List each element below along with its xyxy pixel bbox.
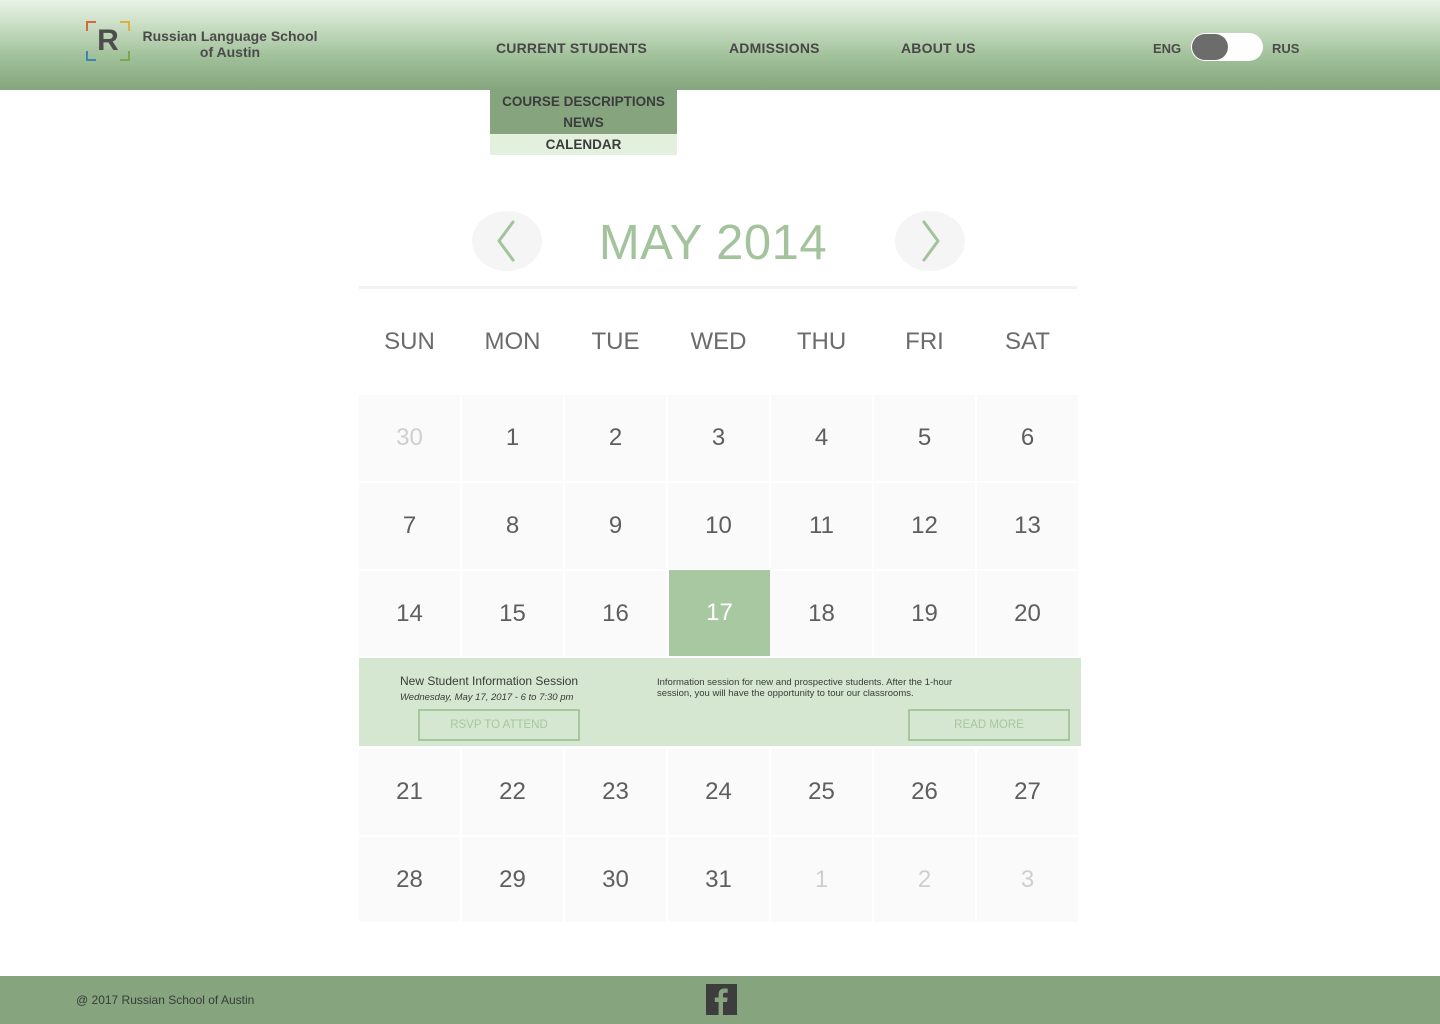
facebook-glyph	[714, 988, 728, 1015]
nav-current-students[interactable]: CURRENT STUDENTS	[496, 40, 647, 56]
calendar-day[interactable]: 27	[977, 749, 1078, 835]
calendar-day[interactable]: 1	[462, 395, 563, 481]
calendar-day[interactable]: 25	[771, 749, 872, 835]
weekday-sat: SAT	[1005, 328, 1050, 355]
next-month-button[interactable]	[895, 211, 965, 271]
calendar-day[interactable]: 29	[462, 837, 563, 922]
language-rus-label[interactable]: RUS	[1272, 41, 1299, 56]
weekday-sun: SUN	[384, 328, 435, 355]
chevron-left-icon	[497, 220, 515, 262]
calendar-day[interactable]: 23	[565, 749, 666, 835]
calendar-day-outside-month[interactable]: 1	[771, 837, 872, 922]
site-footer: @ 2017 Russian School of Austin	[0, 976, 1440, 1024]
toggle-knob	[1192, 34, 1228, 60]
nav-admissions[interactable]: ADMISSIONS	[729, 40, 820, 56]
calendar-day-outside-month[interactable]: 2	[874, 837, 975, 922]
school-logo[interactable]: R	[86, 21, 130, 61]
weekday-thu: THU	[796, 328, 847, 355]
read-more-button[interactable]: READ MORE	[908, 709, 1070, 741]
event-title: New Student Information Session	[400, 674, 579, 688]
calendar-day[interactable]: 6	[977, 395, 1078, 481]
nav-about-us[interactable]: ABOUT US	[901, 40, 976, 56]
month-divider	[359, 286, 1077, 289]
chevron-right-icon	[922, 220, 940, 262]
school-name-line2: of Austin	[199, 44, 261, 60]
calendar-day[interactable]: 4	[771, 395, 872, 481]
previous-month-button[interactable]	[472, 211, 542, 271]
calendar-day[interactable]: 18	[771, 571, 872, 656]
school-name-line1: Russian Language School	[142, 28, 318, 44]
language-toggle[interactable]	[1191, 33, 1263, 61]
calendar-day-outside-month[interactable]: 3	[977, 837, 1078, 922]
weekday-wed: WED	[690, 328, 747, 355]
calendar-day[interactable]: 11	[771, 483, 872, 569]
dropdown-item-news[interactable]: NEWS	[490, 112, 677, 134]
calendar-day[interactable]: 14	[359, 571, 460, 656]
calendar-day[interactable]: 28	[359, 837, 460, 922]
rsvp-button[interactable]: RSVP TO ATTEND	[418, 709, 580, 741]
current-students-dropdown: COURSE DESCRIPTIONS NEWS CALENDAR	[490, 90, 677, 155]
calendar-day[interactable]: 13	[977, 483, 1078, 569]
calendar-day[interactable]: 15	[462, 571, 563, 656]
calendar-day-selected[interactable]: 17	[669, 570, 770, 656]
calendar-day[interactable]: 12	[874, 483, 975, 569]
calendar-day[interactable]: 30	[565, 837, 666, 922]
dropdown-item-course-descriptions[interactable]: COURSE DESCRIPTIONS	[490, 90, 677, 112]
language-eng-label[interactable]: ENG	[1153, 41, 1181, 56]
calendar-day[interactable]: 21	[359, 749, 460, 835]
school-name[interactable]: Russian Language School of Austin	[140, 28, 320, 60]
dropdown-item-calendar[interactable]: CALENDAR	[490, 134, 677, 155]
calendar-day[interactable]: 9	[565, 483, 666, 569]
calendar-day[interactable]: 5	[874, 395, 975, 481]
dropdown-top: COURSE DESCRIPTIONS NEWS	[490, 90, 677, 134]
calendar-day[interactable]: 20	[977, 571, 1078, 656]
calendar-day-outside-month[interactable]: 30	[359, 395, 460, 481]
calendar-day[interactable]: 7	[359, 483, 460, 569]
calendar-day[interactable]: 24	[668, 749, 769, 835]
calendar-day[interactable]: 16	[565, 571, 666, 656]
event-details-panel: New Student Information Session Wednesda…	[359, 658, 1081, 746]
weekday-mon: MON	[484, 328, 541, 355]
weekday-tue: TUE	[591, 328, 640, 355]
month-title: MAY 2014	[598, 216, 828, 270]
event-date: Wednesday, May 17, 2017 - 6 to 7:30 pm	[400, 692, 574, 703]
copyright-text: @ 2017 Russian School of Austin	[76, 993, 255, 1007]
calendar-day[interactable]: 19	[874, 571, 975, 656]
calendar-day[interactable]: 10	[668, 483, 769, 569]
weekday-fri: FRI	[905, 328, 944, 355]
calendar-day[interactable]: 26	[874, 749, 975, 835]
event-description: Information session for new and prospect…	[657, 677, 953, 699]
calendar-day[interactable]: 8	[462, 483, 563, 569]
calendar-day[interactable]: 3	[668, 395, 769, 481]
site-header: R Russian Language School of Austin CURR…	[0, 0, 1440, 90]
calendar-day[interactable]: 31	[668, 837, 769, 922]
facebook-icon[interactable]	[706, 984, 737, 1015]
logo-letter: R	[97, 24, 119, 57]
calendar-day[interactable]: 2	[565, 395, 666, 481]
calendar-day[interactable]: 22	[462, 749, 563, 835]
